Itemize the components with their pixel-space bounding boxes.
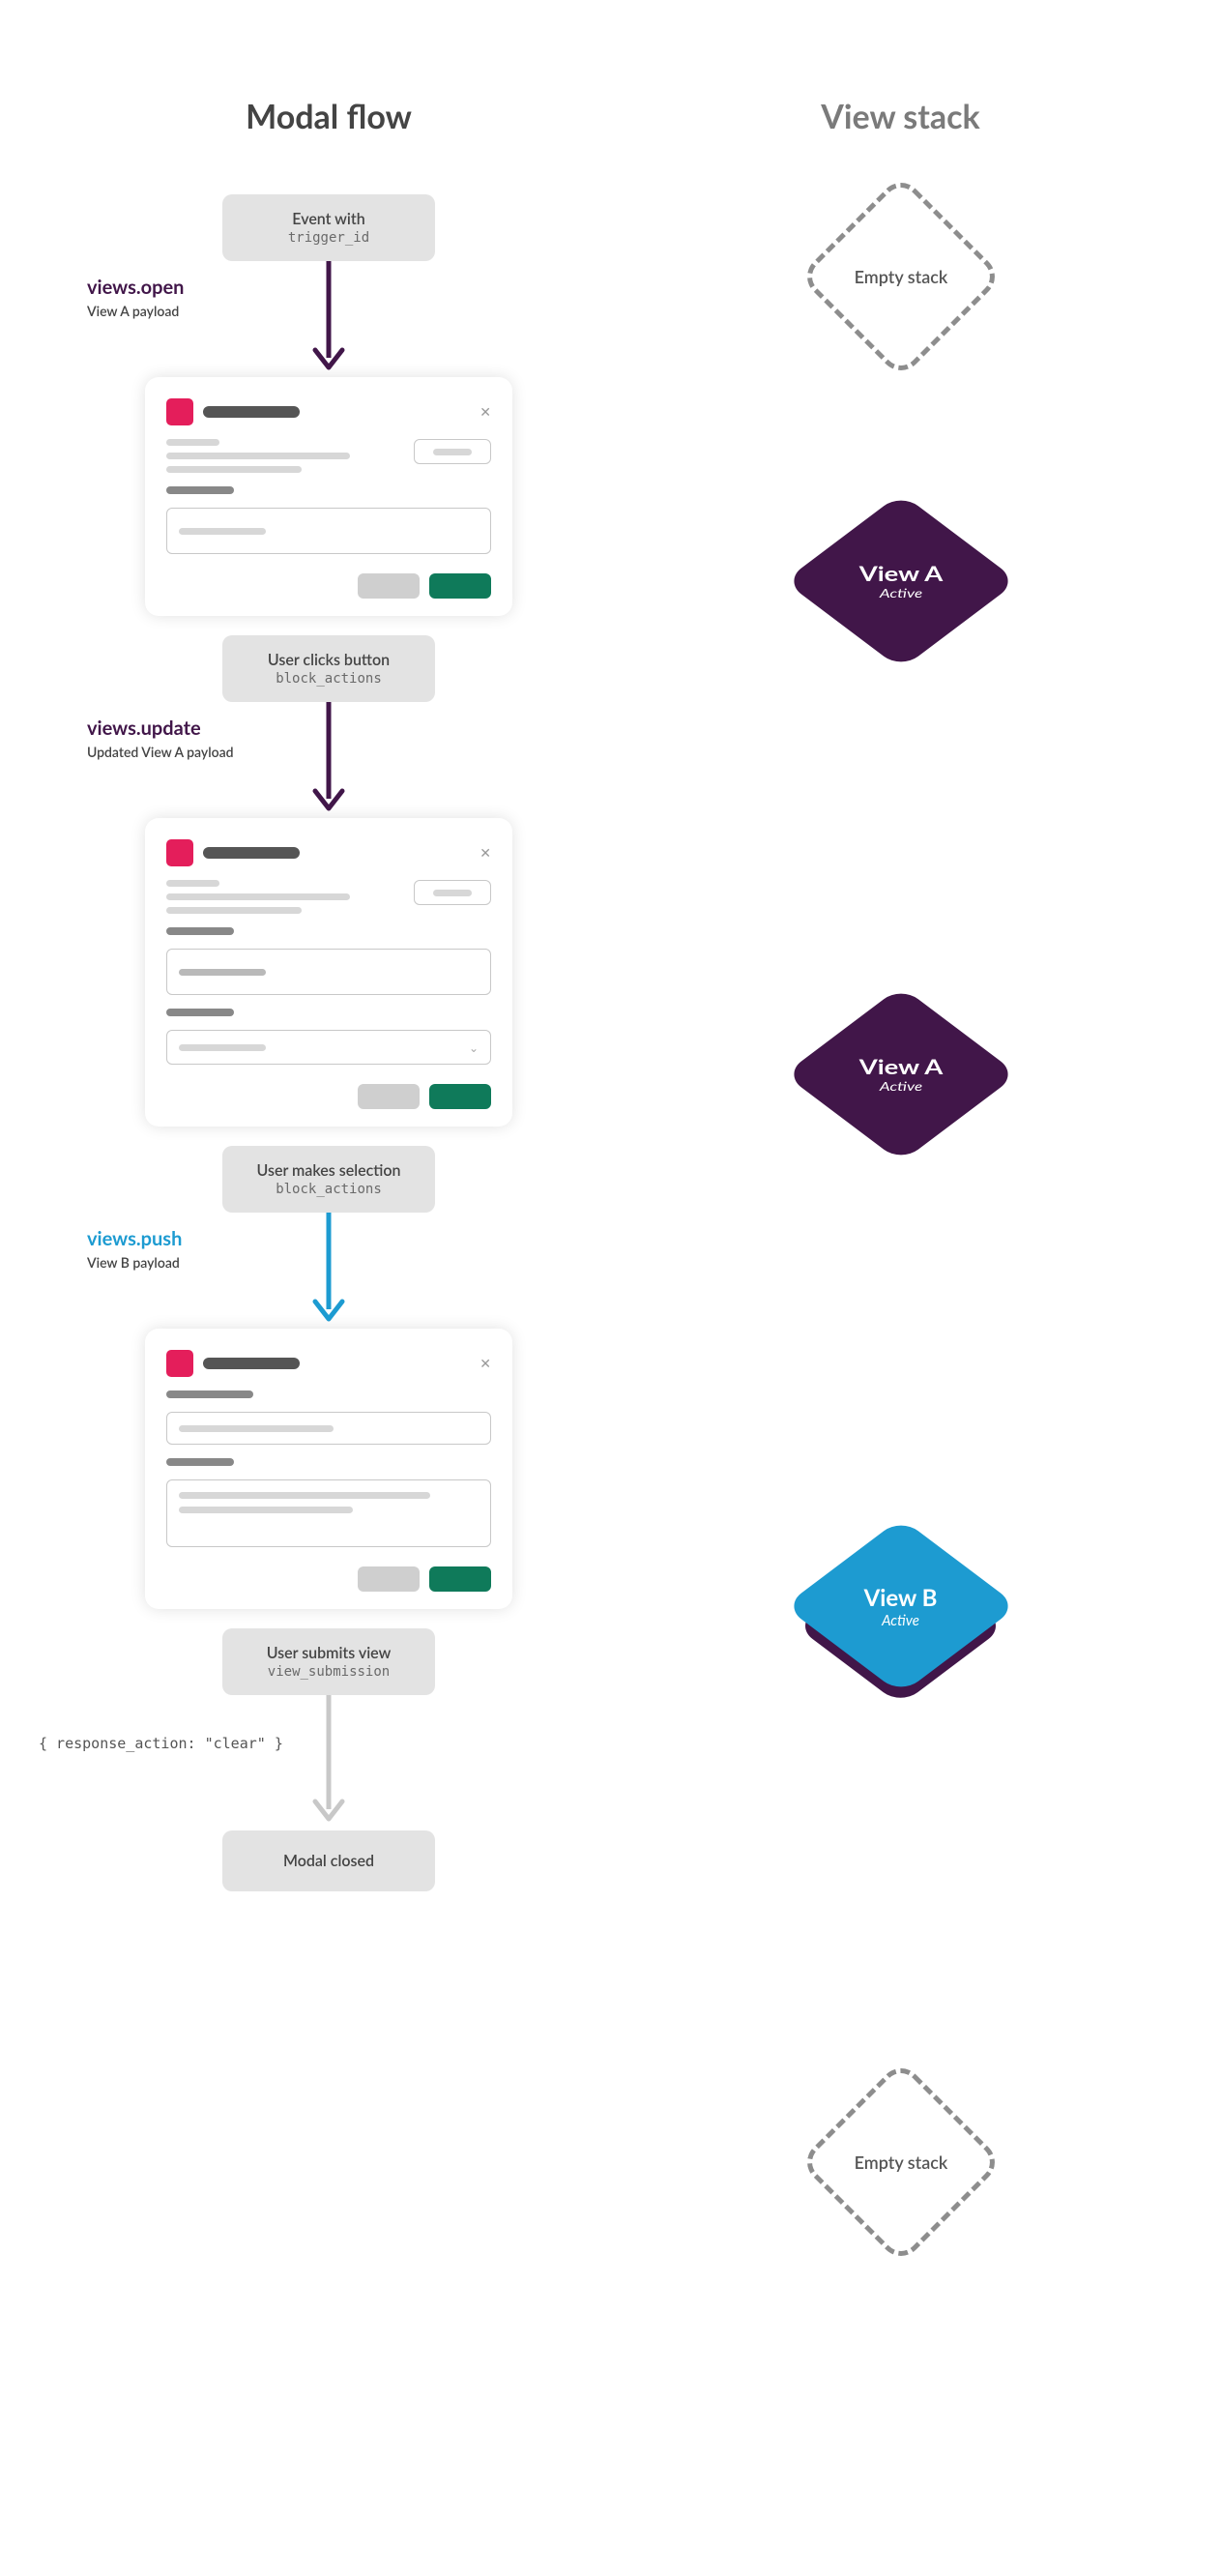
view-stack-title: View stack xyxy=(821,97,979,136)
stack-diamond-empty: Empty stack xyxy=(829,204,974,349)
api-payload-label: Updated View A payload xyxy=(87,744,290,760)
arrow-down-icon xyxy=(309,261,348,377)
select-input[interactable]: ⌄ xyxy=(166,1030,491,1065)
chip-label: User submits view xyxy=(251,1644,406,1662)
modal-flow-title: Modal flow xyxy=(246,97,412,136)
event-click-chip: User clicks button block_actions xyxy=(222,635,435,702)
chip-code: block_actions xyxy=(251,671,406,687)
text-input[interactable] xyxy=(166,508,491,554)
arrow-down-icon xyxy=(309,702,348,818)
modal-flow-column: Modal flow Event with trigger_id views.o… xyxy=(77,97,580,2235)
chip-code: trigger_id xyxy=(251,230,406,246)
app-icon xyxy=(166,1350,193,1377)
diamond-label: Empty stack xyxy=(854,266,947,287)
cancel-button[interactable] xyxy=(358,1566,420,1592)
arrow-down-icon xyxy=(309,1213,348,1329)
arrow-views-push: views.push View B payload xyxy=(309,1213,348,1329)
diamond-label: Empty stack xyxy=(854,2152,947,2173)
cancel-button[interactable] xyxy=(358,1084,420,1109)
chip-label: User makes selection xyxy=(251,1161,406,1180)
stack-diamond-view-b-on-a: View B Active xyxy=(795,1509,1007,1703)
text-input[interactable] xyxy=(166,1412,491,1445)
submit-button[interactable] xyxy=(429,573,491,599)
api-payload-label: View A payload xyxy=(87,303,290,319)
modal-view-b: ✕ xyxy=(145,1329,512,1609)
submit-button[interactable] xyxy=(429,1566,491,1592)
chevron-down-icon: ⌄ xyxy=(469,1040,479,1055)
cancel-button[interactable] xyxy=(358,573,420,599)
arrow-response-clear: { response_action: "clear" } xyxy=(309,1695,348,1830)
app-icon xyxy=(166,398,193,425)
diamond-title: View B xyxy=(864,1584,938,1612)
response-action-code: { response_action: "clear" } xyxy=(39,1735,283,1752)
modal-title-placeholder xyxy=(203,847,300,859)
arrow-down-icon xyxy=(309,1695,348,1830)
stack-diamond-view-a: View A Active xyxy=(829,509,974,654)
submit-button[interactable] xyxy=(429,1084,491,1109)
diamond-state: Active xyxy=(879,586,921,600)
event-select-chip: User makes selection block_actions xyxy=(222,1146,435,1213)
modal-closed-chip: Modal closed xyxy=(222,1830,435,1891)
chip-label: Event with xyxy=(251,210,406,228)
app-icon xyxy=(166,839,193,866)
inline-button[interactable] xyxy=(414,880,491,905)
arrow-views-open: views.open View A payload xyxy=(309,261,348,377)
diamond-state: Active xyxy=(864,1612,938,1629)
diamond-title: View A xyxy=(858,1055,943,1079)
close-icon[interactable]: ✕ xyxy=(480,844,491,862)
event-trigger-chip: Event with trigger_id xyxy=(222,194,435,261)
chip-label: User clicks button xyxy=(251,651,406,669)
api-method-label: views.open xyxy=(87,276,290,299)
text-input[interactable] xyxy=(166,949,491,995)
chip-code: block_actions xyxy=(251,1182,406,1197)
diamond-state: Active xyxy=(879,1079,921,1094)
close-icon[interactable]: ✕ xyxy=(480,1355,491,1372)
modal-title-placeholder xyxy=(203,406,300,418)
close-icon[interactable]: ✕ xyxy=(480,403,491,421)
modal-view-a-initial: ✕ xyxy=(145,377,512,616)
chip-code: view_submission xyxy=(251,1664,406,1680)
chip-label: Modal closed xyxy=(271,1852,387,1870)
textarea-input[interactable] xyxy=(166,1479,491,1547)
modal-title-placeholder xyxy=(203,1358,300,1369)
modal-view-a-updated: ✕ ⌄ xyxy=(145,818,512,1127)
event-submit-chip: User submits view view_submission xyxy=(222,1628,435,1695)
diamond-title: View A xyxy=(858,562,943,586)
api-method-label: views.update xyxy=(87,717,290,740)
view-stack-column: View stack Empty stack View A Active xyxy=(638,97,1163,2235)
stack-diamond-view-a-updated: View A Active xyxy=(829,1002,974,1147)
api-payload-label: View B payload xyxy=(87,1254,290,1271)
api-method-label: views.push xyxy=(87,1227,290,1250)
inline-button[interactable] xyxy=(414,439,491,464)
arrow-views-update: views.update Updated View A payload xyxy=(309,702,348,818)
stack-diamond-empty-final: Empty stack xyxy=(829,2090,974,2235)
